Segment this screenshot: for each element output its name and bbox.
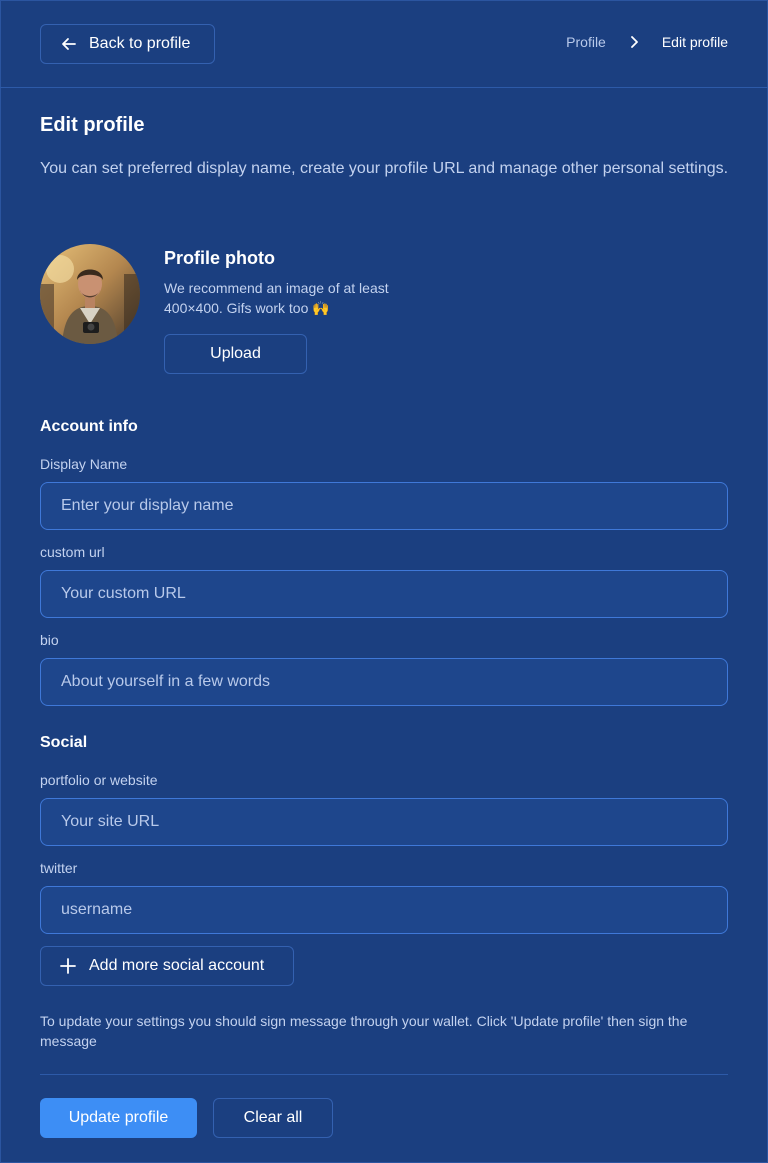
avatar[interactable] — [40, 244, 140, 344]
profile-photo-title: Profile photo — [164, 248, 275, 268]
breadcrumb-item-profile[interactable]: Profile — [566, 34, 606, 50]
back-to-profile-button[interactable]: Back to profile — [40, 24, 215, 64]
custom-url-input[interactable] — [40, 570, 728, 618]
account-info-heading: Account info — [40, 418, 138, 435]
display-name-label: Display Name — [40, 456, 128, 472]
add-social-account-button[interactable]: Add more social account — [40, 946, 294, 986]
bio-input[interactable] — [40, 658, 728, 706]
twitter-label: twitter — [40, 860, 78, 876]
clear-all-button[interactable]: Clear all — [213, 1098, 333, 1138]
website-label: portfolio or website — [40, 772, 158, 788]
page-title: Edit profile — [40, 114, 145, 136]
bio-label: bio — [40, 632, 59, 648]
page-intro: You can set preferred display name, crea… — [40, 160, 729, 177]
breadcrumb-item-edit-profile: Edit profile — [661, 34, 728, 50]
top-bar: Back to profile Profile Edit profile — [0, 0, 768, 88]
upload-button[interactable]: Upload — [164, 334, 307, 374]
back-to-profile-label: Back to profile — [89, 35, 191, 52]
profile-photo-hint: We recommend an image of at least 400×40… — [164, 280, 389, 316]
add-social-account-label: Add more social account — [89, 957, 265, 974]
update-profile-button[interactable]: Update profile — [40, 1098, 197, 1138]
display-name-input[interactable] — [40, 482, 728, 530]
chevron-right-icon — [626, 34, 642, 50]
arrow-left-icon — [62, 38, 76, 50]
website-input[interactable] — [40, 798, 728, 846]
twitter-input[interactable] — [40, 886, 728, 934]
custom-url-label: custom url — [40, 544, 105, 560]
breadcrumb: Profile Edit profile — [566, 34, 728, 50]
sign-message-note: To update your settings you should sign … — [40, 1013, 688, 1049]
plus-icon — [60, 958, 76, 974]
social-heading: Social — [40, 734, 88, 751]
footer-divider — [40, 1074, 728, 1075]
